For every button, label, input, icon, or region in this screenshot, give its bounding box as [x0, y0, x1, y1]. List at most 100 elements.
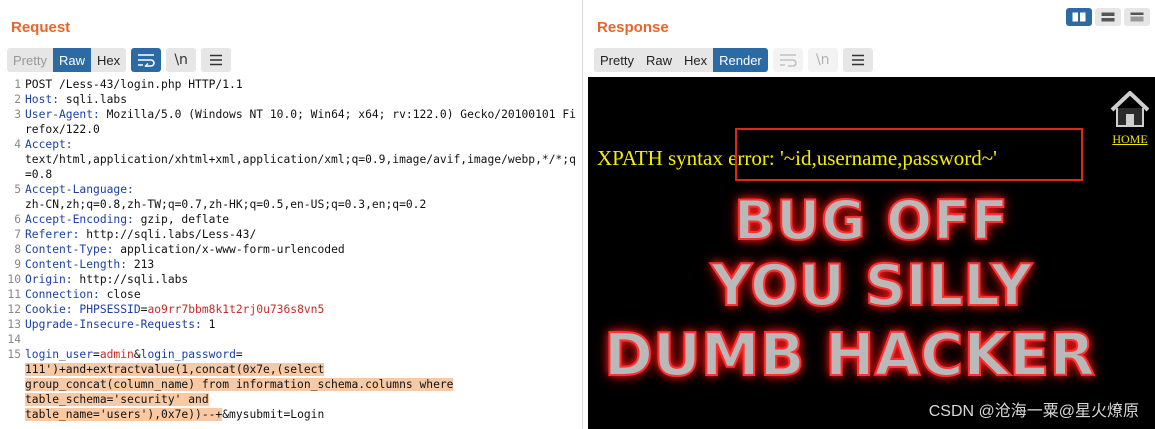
- line-token: 1: [201, 318, 216, 331]
- response-pane: Response Pretty Raw Hex Render \n HOME X…: [587, 0, 1155, 429]
- line-number: 7: [14, 228, 21, 241]
- line-number: 3: [14, 108, 21, 121]
- home-link[interactable]: HOME: [1107, 132, 1153, 147]
- line-token: gzip, deflate: [133, 213, 230, 226]
- request-tab-pretty[interactable]: Pretty: [7, 48, 53, 72]
- line-content: Content-Length: 213: [25, 257, 580, 272]
- line-number: 4: [14, 138, 21, 151]
- wrap-lines-icon: [138, 54, 155, 67]
- line-content: Host: sqli.labs: [25, 92, 580, 107]
- line-token: http://sqli.labs/Less-43/: [79, 228, 257, 241]
- hamburger-menu-icon: [851, 54, 864, 66]
- request-editor[interactable]: 1 POST /Less-43/login.php HTTP/1.1 2 Host: …: [6, 77, 580, 429]
- line-token: admin: [99, 348, 134, 361]
- request-view-tabs: Pretty Raw Hex: [7, 48, 127, 72]
- line-token: 213: [127, 258, 155, 271]
- line-token: Connection:: [25, 288, 100, 301]
- response-wrap-lines-button[interactable]: [772, 48, 803, 72]
- line-token: Accept-Encoding:: [25, 213, 134, 226]
- line-token: Accept-Language:: [25, 183, 134, 196]
- request-line: 8 Content-Type: application/x-www-form-ur…: [6, 242, 580, 257]
- rows-icon: [1101, 12, 1115, 22]
- line-token: ao9rr7bbm8k1t2rj0u736s8vn5: [147, 303, 325, 316]
- line-number: 2: [14, 93, 21, 106]
- request-line: 15 login_user=admin&login_password= 111')…: [6, 347, 580, 422]
- line-token: zh-CN,zh;q=0.8,zh-TW;q=0.7,zh-HK;q=0.5,e…: [25, 198, 427, 211]
- request-title: Request: [11, 19, 71, 36]
- request-line: 13 Upgrade-Insecure-Requests: 1: [6, 317, 580, 332]
- line-token: Upgrade-Insecure-Requests:: [25, 318, 202, 331]
- single-pane-icon: [1130, 12, 1144, 22]
- layout-side-by-side-button[interactable]: [1066, 8, 1092, 26]
- response-tab-hex[interactable]: Hex: [678, 48, 713, 72]
- line-token: login_user: [25, 348, 94, 361]
- request-newline-toggle-button[interactable]: \n: [166, 48, 197, 72]
- line-content: Accept-Encoding: gzip, deflate: [25, 212, 580, 227]
- request-menu-button[interactable]: [201, 48, 232, 72]
- layout-toggle: [1066, 8, 1150, 26]
- line-token: &: [133, 348, 141, 361]
- line-content: Referer: http://sqli.labs/Less-43/: [25, 227, 580, 242]
- home-icon: [1110, 91, 1150, 127]
- line-token: Cookie:: [25, 303, 73, 316]
- hamburger-menu-icon: [210, 54, 223, 66]
- newline-icon: \n: [174, 52, 188, 68]
- request-line: 14: [6, 332, 580, 347]
- line-content: login_user=admin&login_password= 111')+a…: [25, 347, 580, 422]
- columns-icon: [1072, 12, 1086, 22]
- request-tab-hex[interactable]: Hex: [91, 48, 126, 72]
- line-content: [25, 332, 580, 347]
- response-tab-render[interactable]: Render: [713, 48, 768, 72]
- request-tab-raw[interactable]: Raw: [52, 48, 91, 72]
- csdn-watermark: CSDN @沧海一粟@星火燎原: [928, 403, 1139, 420]
- response-view-tabs: Pretty Raw Hex Render: [594, 48, 768, 72]
- line-token: sqli.labs: [59, 93, 128, 106]
- line-number: 12: [7, 303, 21, 316]
- line-number: 6: [14, 213, 21, 226]
- line-content: Cookie: PHPSESSID=ao9rr7bbm8k1t2rj0u736s…: [25, 302, 580, 317]
- line-number: 10: [7, 273, 21, 286]
- line-number: 14: [7, 333, 21, 346]
- line-token: =: [93, 348, 100, 361]
- line-number: 8: [14, 243, 21, 256]
- banner-line-1: BUG OFF: [733, 188, 1009, 253]
- request-line: 6 Accept-Encoding: gzip, deflate: [6, 212, 580, 227]
- line-number: 15: [7, 348, 21, 361]
- home-nav[interactable]: HOME: [1107, 89, 1153, 147]
- line-token: login_password: [140, 348, 236, 361]
- line-token: http://sqli.labs: [72, 273, 189, 286]
- banner-line-3: DUMB HACKER: [603, 319, 1096, 390]
- line-number: 9: [14, 258, 21, 271]
- line-content: User-Agent: Mozilla/5.0 (Windows NT 10.0…: [25, 107, 580, 137]
- line-content: Upgrade-Insecure-Requests: 1: [25, 317, 580, 332]
- request-pane: Request Pretty Raw Hex \n 1 POST /Less-43…: [0, 0, 583, 429]
- layout-tabs-button[interactable]: [1124, 8, 1150, 26]
- line-token: Mozilla/5.0 (Windows NT 10.0; Win64; x64…: [25, 108, 576, 136]
- line-content: POST /Less-43/login.php HTTP/1.1: [25, 77, 580, 92]
- request-line: 2 Host: sqli.labs: [6, 92, 580, 107]
- request-wrap-lines-button[interactable]: [131, 48, 162, 72]
- line-number: 1: [14, 78, 21, 91]
- response-menu-button[interactable]: [842, 48, 873, 72]
- line-token: text/html,application/xhtml+xml,applicat…: [25, 153, 576, 181]
- request-line: 11 Connection: close: [6, 287, 580, 302]
- request-line: 3 User-Agent: Mozilla/5.0 (Windows NT 10.…: [6, 107, 580, 137]
- line-number: 11: [7, 288, 21, 301]
- request-line: 12 Cookie: PHPSESSID=ao9rr7bbm8k1t2rj0u73…: [6, 302, 580, 317]
- line-token: POST /Less-43/login.php HTTP/1.1: [25, 78, 243, 91]
- error-highlight-box: [735, 128, 1083, 181]
- response-title: Response: [597, 19, 669, 36]
- layout-stacked-button[interactable]: [1095, 8, 1121, 26]
- response-tab-pretty[interactable]: Pretty: [594, 48, 640, 72]
- line-content: Connection: close: [25, 287, 580, 302]
- line-token: Host:: [25, 93, 60, 106]
- response-toolbar: Pretty Raw Hex Render \n: [594, 48, 873, 72]
- line-token: Content-Length:: [25, 258, 128, 271]
- line-content: Accept-Language: zh-CN,zh;q=0.8,zh-TW;q=…: [25, 182, 580, 212]
- request-line: 7 Referer: http://sqli.labs/Less-43/: [6, 227, 580, 242]
- response-tab-raw[interactable]: Raw: [640, 48, 678, 72]
- line-token: &mysubmit=Login: [222, 408, 325, 421]
- line-token: =: [235, 348, 243, 361]
- response-newline-toggle-button[interactable]: \n: [807, 48, 838, 72]
- line-token: application/x-www-form-urlencoded: [113, 243, 345, 256]
